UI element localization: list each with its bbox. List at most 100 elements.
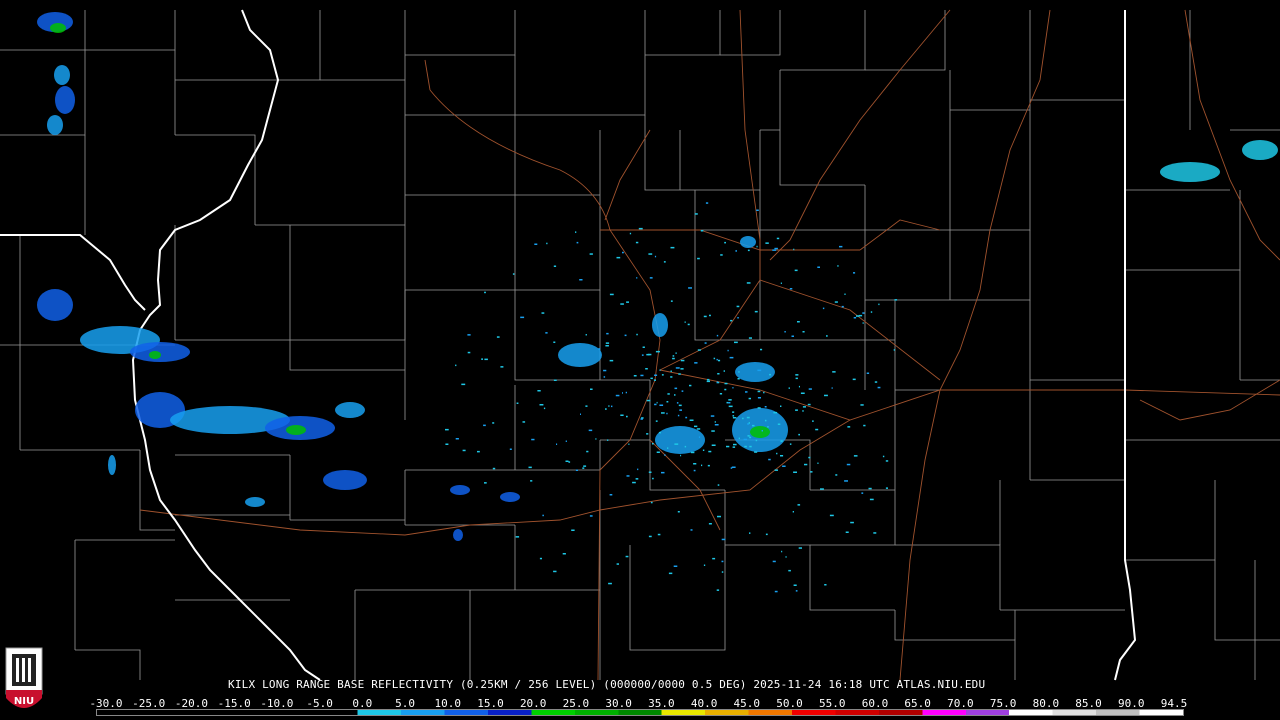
clutter-pixel bbox=[546, 242, 548, 245]
clutter-pixel bbox=[628, 443, 630, 445]
clutter-pixel bbox=[467, 334, 471, 336]
clutter-pixel bbox=[780, 405, 782, 407]
clutter-pixel bbox=[608, 405, 610, 407]
clutter-pixel bbox=[595, 438, 597, 440]
clutter-pixel bbox=[877, 386, 881, 389]
clutter-pixel bbox=[755, 439, 758, 442]
clutter-pixel bbox=[817, 462, 819, 464]
clutter-pixel bbox=[777, 423, 781, 425]
clutter-pixel bbox=[732, 411, 735, 413]
clutter-pixel bbox=[743, 438, 747, 441]
clutter-pixel bbox=[760, 348, 763, 351]
clutter-pixel bbox=[455, 438, 459, 440]
clutter-pixel bbox=[772, 249, 777, 251]
clutter-pixel bbox=[461, 383, 466, 386]
clutter-pixel bbox=[530, 480, 533, 482]
clutter-pixel bbox=[656, 401, 658, 404]
clutter-pixel bbox=[663, 261, 666, 263]
clutter-pixel bbox=[575, 231, 577, 233]
clutter-pixel bbox=[742, 417, 744, 420]
clutter-pixel bbox=[717, 484, 720, 486]
clutter-pixel bbox=[793, 248, 795, 251]
clutter-pixel bbox=[844, 480, 848, 482]
clutter-pixel bbox=[761, 430, 763, 432]
clutter-pixel bbox=[868, 487, 872, 490]
clutter-pixel bbox=[822, 307, 825, 310]
clutter-pixel bbox=[565, 440, 567, 442]
clutter-pixel bbox=[609, 293, 614, 296]
clutter-pixel bbox=[780, 440, 783, 442]
clutter-pixel bbox=[629, 232, 632, 235]
clutter-pixel bbox=[894, 299, 898, 301]
radar-product-caption: KILX LONG RANGE BASE REFLECTIVITY (0.25K… bbox=[228, 678, 986, 691]
echo-cell bbox=[47, 115, 63, 135]
clutter-pixel bbox=[589, 515, 593, 517]
clutter-pixel bbox=[853, 455, 858, 457]
echo-cell bbox=[55, 86, 75, 114]
echo-cell bbox=[149, 351, 161, 359]
clutter-pixel bbox=[481, 358, 483, 360]
clutter-pixel bbox=[611, 405, 613, 408]
echo-cell bbox=[453, 529, 463, 541]
clutter-pixel bbox=[706, 380, 710, 383]
clutter-pixel bbox=[812, 420, 814, 422]
clutter-pixel bbox=[624, 334, 627, 337]
clutter-pixel bbox=[640, 418, 643, 420]
clutter-pixel bbox=[701, 464, 703, 467]
clutter-pixel bbox=[852, 378, 856, 381]
echo-cell bbox=[750, 426, 770, 438]
clutter-pixel bbox=[850, 521, 854, 524]
clutter-pixel bbox=[684, 445, 687, 448]
clutter-pixel bbox=[553, 379, 557, 381]
clutter-pixel bbox=[641, 354, 644, 356]
clutter-pixel bbox=[648, 253, 653, 255]
clutter-pixel bbox=[626, 301, 629, 303]
clutter-pixel bbox=[637, 468, 639, 471]
clutter-pixel bbox=[492, 467, 496, 470]
clutter-pixel bbox=[656, 451, 660, 453]
clutter-pixel bbox=[826, 335, 828, 337]
clutter-pixel bbox=[793, 584, 797, 586]
precipitation-echoes bbox=[37, 12, 1278, 541]
clutter-pixel bbox=[693, 463, 697, 465]
clutter-pixel bbox=[714, 424, 719, 426]
clutter-pixel bbox=[633, 375, 637, 377]
clutter-pixel bbox=[553, 341, 556, 343]
clutter-pixel bbox=[720, 254, 723, 256]
clutter-pixel bbox=[860, 404, 864, 406]
clutter-pixel bbox=[689, 419, 694, 421]
clutter-pixel bbox=[702, 449, 705, 451]
echo-cell bbox=[54, 65, 70, 85]
clutter-pixel bbox=[603, 376, 606, 378]
clutter-pixel bbox=[798, 433, 800, 436]
clutter-pixel bbox=[659, 404, 664, 406]
clutter-pixel bbox=[598, 348, 601, 350]
clutter-pixel bbox=[765, 419, 767, 422]
clutter-pixel bbox=[657, 533, 661, 536]
clutter-pixel bbox=[680, 359, 685, 362]
clutter-pixel bbox=[824, 394, 828, 397]
clutter-pixel bbox=[716, 381, 718, 383]
clutter-pixel bbox=[733, 443, 737, 446]
clutter-pixel bbox=[696, 428, 701, 430]
clutter-pixel bbox=[648, 471, 652, 473]
clutter-pixel bbox=[542, 514, 544, 517]
clutter-pixel bbox=[795, 409, 798, 411]
clutter-pixel bbox=[666, 412, 668, 415]
clutter-pixel bbox=[690, 529, 693, 531]
clutter-pixel bbox=[667, 393, 670, 395]
clutter-pixel bbox=[681, 390, 684, 392]
clutter-pixel bbox=[615, 394, 620, 397]
clutter-pixel bbox=[747, 249, 750, 252]
clutter-pixel bbox=[661, 374, 664, 376]
echo-cell bbox=[335, 402, 365, 418]
clutter-pixel bbox=[721, 571, 724, 573]
clutter-pixel bbox=[678, 404, 682, 407]
clutter-pixel bbox=[670, 370, 672, 372]
clutter-pixel bbox=[757, 369, 762, 372]
clutter-pixel bbox=[730, 319, 733, 322]
clutter-pixel bbox=[738, 437, 740, 440]
clutter-pixel bbox=[773, 411, 778, 414]
clutter-pixel bbox=[605, 342, 610, 344]
clutter-pixel bbox=[603, 369, 607, 372]
